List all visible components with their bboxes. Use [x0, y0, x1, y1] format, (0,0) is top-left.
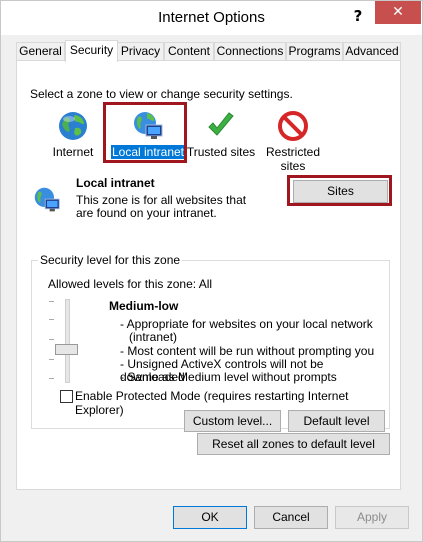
selected-zone-description: This zone is for all websites that are f…	[76, 193, 247, 220]
tab-advanced[interactable]: Advanced	[343, 42, 401, 61]
zone-trusted-sites[interactable]: Trusted sites	[181, 106, 261, 180]
zone-label: Restricted sites	[265, 145, 321, 173]
apply-button[interactable]: Apply	[335, 506, 409, 529]
highlight-box	[287, 175, 392, 206]
tick	[49, 359, 54, 360]
level-name: Medium-low	[109, 299, 179, 313]
zone-label: Trusted sites	[186, 145, 256, 159]
reset-all-zones-button[interactable]: Reset all zones to default level	[197, 433, 390, 455]
allowed-levels-label: Allowed levels for this zone: All	[48, 277, 213, 291]
tab-connections[interactable]: Connections	[214, 42, 286, 61]
tab-general[interactable]: General	[16, 42, 65, 61]
ok-button[interactable]: OK	[173, 506, 247, 529]
level-bullet: - Same as Medium level without prompts	[120, 370, 337, 384]
zone-internet[interactable]: Internet	[33, 106, 113, 180]
zone-list: Internet Local intranet Trusted sites Re…	[31, 102, 391, 173]
tick	[49, 378, 54, 379]
protected-mode-checkbox[interactable]	[60, 390, 73, 403]
zone-restricted-sites[interactable]: Restricted sites	[253, 106, 333, 180]
intranet-icon	[34, 187, 60, 212]
tab-programs[interactable]: Programs	[286, 42, 343, 61]
restricted-icon	[278, 111, 308, 141]
security-level-slider[interactable]	[47, 299, 87, 383]
internet-options-window: Internet Options ? ✕ General Security Pr…	[0, 0, 423, 542]
tab-privacy[interactable]: Privacy	[117, 42, 164, 61]
tab-security[interactable]: Security	[65, 40, 118, 62]
highlight-box	[103, 102, 187, 163]
custom-level-button[interactable]: Custom level...	[184, 410, 281, 432]
title-bar[interactable]: Internet Options ? ✕	[1, 1, 422, 35]
slider-thumb[interactable]	[55, 344, 78, 355]
help-button[interactable]: ?	[345, 5, 371, 27]
selected-zone-name: Local intranet	[76, 176, 155, 190]
default-level-button[interactable]: Default level	[288, 410, 385, 432]
globe-icon	[59, 112, 87, 140]
zone-instruction: Select a zone to view or change security…	[30, 87, 293, 101]
close-button[interactable]: ✕	[375, 1, 421, 24]
security-level-group: Security level for this zone Allowed lev…	[31, 253, 390, 432]
security-tab-panel: Select a zone to view or change security…	[16, 60, 401, 490]
tick	[49, 319, 54, 320]
group-title: Security level for this zone	[38, 253, 183, 267]
slider-track	[65, 299, 70, 383]
zone-label: Internet	[52, 145, 94, 159]
tick	[49, 301, 54, 302]
checkmark-icon	[208, 112, 234, 136]
level-bullet: - Appropriate for websites on your local…	[120, 317, 373, 344]
cancel-button[interactable]: Cancel	[254, 506, 328, 529]
tab-content[interactable]: Content	[164, 42, 214, 61]
tick	[49, 339, 54, 340]
